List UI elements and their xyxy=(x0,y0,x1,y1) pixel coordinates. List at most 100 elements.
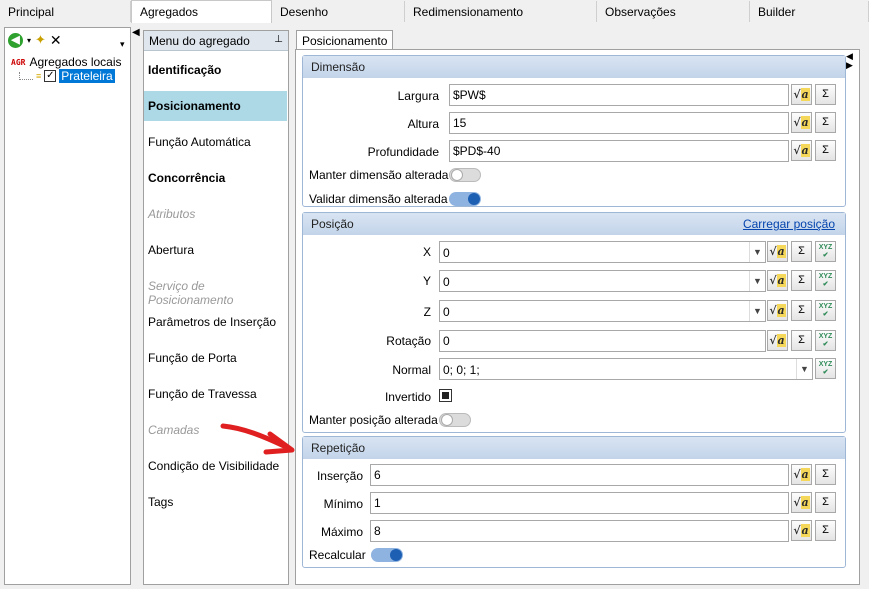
tree-node-child-label: Prateleira xyxy=(59,69,115,83)
manter-posicao-label: Manter posição alterada xyxy=(309,413,438,427)
menu-item-funcao-automatica[interactable]: Função Automática xyxy=(144,127,287,157)
xyz-icon[interactable]: XYZ ✔ xyxy=(815,330,836,351)
formula-sqrt-icon[interactable]: √a xyxy=(767,300,788,321)
sigma-icon[interactable]: Σ xyxy=(791,241,812,262)
largura-label: Largura xyxy=(397,89,439,103)
tree-node-child[interactable]: ≡ ✓ Prateleira xyxy=(19,69,115,83)
validar-dimensao-toggle[interactable] xyxy=(449,192,481,206)
tab-builder[interactable]: Builder xyxy=(750,1,869,22)
validar-dimensao-label: Validar dimensão alterada xyxy=(309,192,448,206)
manter-dimensao-label: Manter dimensão alterada xyxy=(309,168,449,182)
menu-item-funcao-porta[interactable]: Função de Porta xyxy=(144,343,287,373)
minimo-label: Mínimo xyxy=(323,497,363,511)
aggregate-icon: AGR xyxy=(11,57,26,67)
tab-desenho[interactable]: Desenho xyxy=(272,1,405,22)
sigma-icon[interactable]: Σ xyxy=(791,270,812,291)
chevron-down-icon[interactable]: ▼ xyxy=(749,271,765,291)
tab-agregados[interactable]: Agregados xyxy=(131,0,272,23)
formula-sqrt-icon[interactable]: √a xyxy=(791,140,812,161)
menu-item-identificacao[interactable]: Identificação xyxy=(144,55,287,85)
sigma-icon[interactable]: Σ xyxy=(815,520,836,541)
menu-item-abertura[interactable]: Abertura xyxy=(144,235,287,265)
formula-sqrt-icon[interactable]: √a xyxy=(767,241,788,262)
manter-dimensao-toggle[interactable] xyxy=(449,168,481,182)
maximo-input[interactable]: 8 xyxy=(370,520,789,542)
y-combo[interactable]: 0 ▼ xyxy=(439,270,766,292)
largura-input[interactable]: $PW$ xyxy=(449,84,789,106)
formula-sqrt-icon[interactable]: √a xyxy=(767,270,788,291)
tab-posicionamento[interactable]: Posicionamento xyxy=(296,30,394,50)
menu-item-servico-posicionamento: Serviço de Posicionamento xyxy=(148,279,234,307)
tree-node-checkbox[interactable]: ✓ xyxy=(44,70,57,82)
y-label: Y xyxy=(422,274,431,288)
new-item-icon[interactable]: ✦ xyxy=(35,32,46,48)
sigma-icon[interactable]: Σ xyxy=(791,300,812,321)
formula-sqrt-icon[interactable]: √a xyxy=(791,492,812,513)
formula-sqrt-icon[interactable]: √a xyxy=(791,84,812,105)
tab-observacoes[interactable]: Observações xyxy=(597,1,750,22)
profundidade-input[interactable]: $PD$-40 xyxy=(449,140,789,162)
altura-label: Altura xyxy=(407,117,439,131)
recalcular-toggle[interactable] xyxy=(371,548,403,562)
sigma-icon[interactable]: Σ xyxy=(815,464,836,485)
invertido-checkbox[interactable] xyxy=(439,389,452,402)
group-repeticao-header: Repetição xyxy=(303,437,845,459)
sigma-icon[interactable]: Σ xyxy=(791,330,812,351)
back-icon[interactable]: ◀ xyxy=(8,32,23,48)
rotacao-label: Rotação xyxy=(386,334,431,348)
pin-icon[interactable]: ⊥ xyxy=(274,34,283,47)
formula-sqrt-icon[interactable]: √a xyxy=(767,330,788,351)
insercao-label: Inserção xyxy=(316,469,363,483)
x-label: X xyxy=(422,245,431,259)
xyz-icon[interactable]: XYZ ✔ xyxy=(815,270,836,291)
shelf-icon: ≡ xyxy=(36,71,42,81)
xyz-icon[interactable]: XYZ ✔ xyxy=(815,358,836,379)
menu-item-concorrencia[interactable]: Concorrência xyxy=(144,163,287,193)
menu-item-parametros-insercao[interactable]: Parâmetros de Inserção xyxy=(144,307,287,337)
chevron-down-icon[interactable]: ▼ xyxy=(749,301,765,321)
altura-input[interactable]: 15 xyxy=(449,112,789,134)
menu-item-posicionamento[interactable]: Posicionamento xyxy=(144,91,287,121)
xyz-icon[interactable]: XYZ ✔ xyxy=(815,300,836,321)
pane-menu-icon[interactable]: ▾ xyxy=(120,39,125,50)
rotacao-input[interactable]: 0 xyxy=(439,330,766,352)
xyz-icon[interactable]: XYZ ✔ xyxy=(815,241,836,262)
manter-posicao-toggle[interactable] xyxy=(439,413,471,427)
x-combo[interactable]: 0 ▼ xyxy=(439,241,766,263)
dropdown-arrow-icon[interactable]: ▾ xyxy=(27,36,31,45)
invertido-label: Invertido xyxy=(384,390,431,404)
chevron-down-icon[interactable]: ▼ xyxy=(749,242,765,262)
menu-item-tags[interactable]: Tags xyxy=(144,487,287,517)
z-combo[interactable]: 0 ▼ xyxy=(439,300,766,322)
formula-sqrt-icon[interactable]: √a xyxy=(791,520,812,541)
top-tab-bar: Principal Agregados Desenho Redimensiona… xyxy=(0,0,869,23)
recalcular-label: Recalcular xyxy=(309,548,366,562)
sigma-icon[interactable]: Σ xyxy=(815,84,836,105)
menu-item-funcao-travessa[interactable]: Função de Travessa xyxy=(144,379,287,409)
tab-redimensionamento[interactable]: Redimensionamento xyxy=(405,1,597,22)
sigma-icon[interactable]: Σ xyxy=(815,140,836,161)
tab-principal[interactable]: Principal xyxy=(0,1,131,22)
sigma-icon[interactable]: Σ xyxy=(815,112,836,133)
tree-connector xyxy=(19,72,33,80)
minimo-input[interactable]: 1 xyxy=(370,492,789,514)
formula-sqrt-icon[interactable]: √a xyxy=(791,464,812,485)
tree-node-root[interactable]: AGR Agregados locais xyxy=(11,55,122,69)
tree-node-root-label: Agregados locais xyxy=(29,55,122,69)
maximo-label: Máximo xyxy=(320,525,363,539)
normal-label: Normal xyxy=(392,363,431,377)
z-label: Z xyxy=(423,305,431,319)
collapse-left-icon[interactable]: ◀ xyxy=(132,27,140,38)
delete-icon[interactable]: ✕ xyxy=(50,32,62,49)
chevron-down-icon[interactable]: ▼ xyxy=(796,359,812,379)
tree-pane: ◀ ▾ ✦ ✕ AGR Agregados locais ≡ ✓ Pratele… xyxy=(4,27,131,585)
group-dimensao-header: Dimensão xyxy=(303,56,845,78)
insercao-input[interactable]: 6 xyxy=(370,464,789,486)
carregar-posicao-link[interactable]: Carregar posição xyxy=(743,217,835,231)
collapse-right-icon[interactable]: ◀ ▶ xyxy=(846,52,853,70)
sigma-icon[interactable]: Σ xyxy=(815,492,836,513)
formula-sqrt-icon[interactable]: √a xyxy=(791,112,812,133)
normal-combo[interactable]: 0; 0; 1; ▼ xyxy=(439,358,813,380)
group-posicao-header: Posição Carregar posição xyxy=(303,213,845,235)
red-arrow-icon xyxy=(220,423,295,455)
